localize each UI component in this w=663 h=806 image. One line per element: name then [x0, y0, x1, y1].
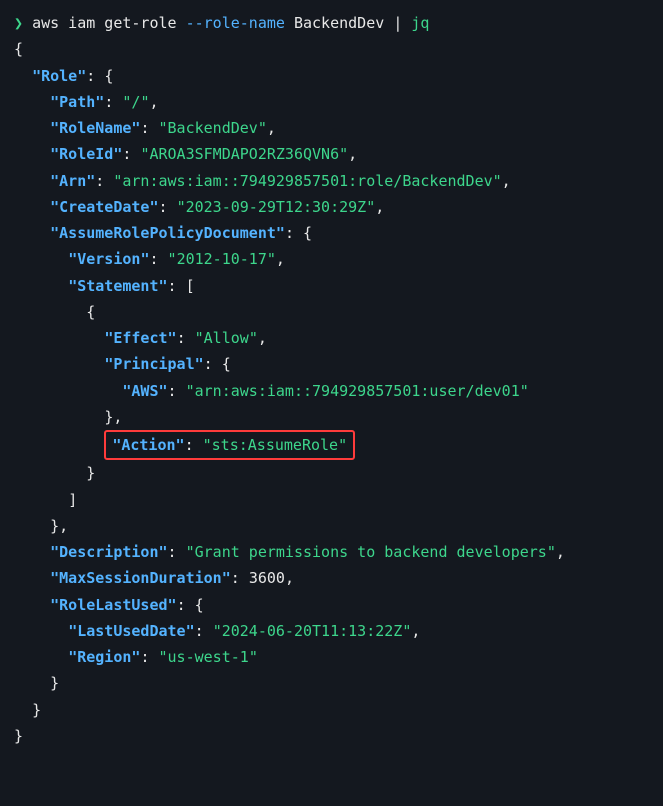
json-output: { "Role": { "Path": "/", "RoleName": "Ba…: [14, 36, 649, 749]
command-line: ❯ aws iam get-role --role-name BackendDe…: [14, 10, 649, 36]
prompt-icon: ❯: [14, 14, 23, 32]
terminal[interactable]: ❯ aws iam get-role --role-name BackendDe…: [14, 10, 649, 749]
highlighted-action: "Action": "sts:AssumeRole": [104, 430, 355, 460]
command-text: aws iam get-role --role-name BackendDev …: [23, 14, 429, 32]
